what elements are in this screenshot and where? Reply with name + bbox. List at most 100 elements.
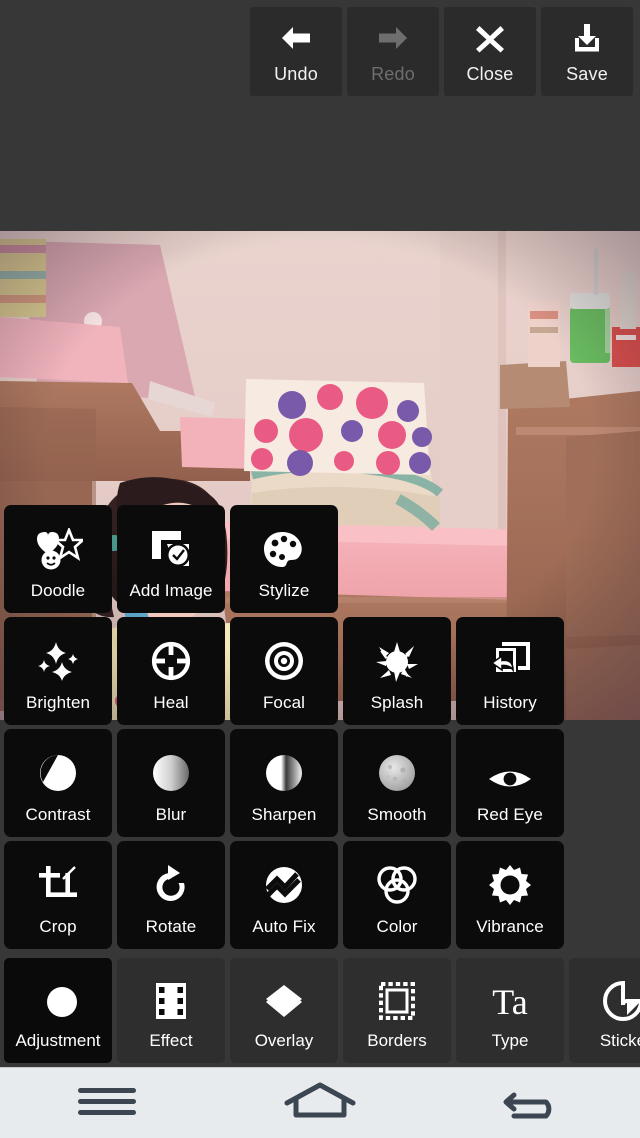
nav-menu-button[interactable] [0,1068,213,1138]
home-icon [284,1081,356,1126]
tool-label: Red Eye [477,804,543,824]
tool-color[interactable]: Color [343,841,451,949]
category-strip[interactable]: Adjustment Effect Overlay Borders Ta Typ… [0,958,640,1067]
category-label: Sticke [599,1030,640,1050]
arrow-left-icon [279,19,313,57]
layers-diamond-icon [262,971,306,1021]
back-arrow-icon [502,1081,564,1126]
close-button[interactable]: Close [444,7,536,96]
crosshair-icon [150,630,192,682]
sticker-icon [603,971,640,1021]
sparkle-icon [35,630,81,682]
category-effect[interactable]: Effect [117,958,225,1063]
tool-auto-fix[interactable]: Auto Fix [230,841,338,949]
tool-crop[interactable]: Crop [4,841,112,949]
top-toolbar-buttons: Undo Redo Close Save [250,7,633,96]
tool-label: Add Image [129,580,213,600]
crop-icon [37,854,79,906]
film-strip-icon [154,971,188,1021]
sharpen-circle-icon [263,742,305,794]
category-label: Adjustment [15,1030,101,1050]
close-label: Close [466,63,514,84]
hamburger-menu-icon [76,1083,138,1124]
close-x-icon [474,19,506,57]
tool-label: Auto Fix [252,916,316,936]
tool-focal[interactable]: Focal [230,617,338,725]
tool-row-4: Crop Rotate Auto Fix Color Vibrance [0,841,640,953]
palette-icon [262,518,306,570]
adjustment-circles-icon [35,971,81,1021]
tool-label: Stylize [258,580,310,600]
color-venn-icon [375,854,419,906]
android-nav-bar [0,1067,640,1138]
tool-label: Blur [155,804,187,824]
nav-home-button[interactable] [213,1068,426,1138]
category-label: Type [491,1030,529,1050]
tool-rotate[interactable]: Rotate [117,841,225,949]
tool-label: Vibrance [476,916,544,936]
smooth-circle-icon [376,742,418,794]
tool-label: Color [376,916,418,936]
category-overlay[interactable]: Overlay [230,958,338,1063]
arrow-right-icon [376,19,410,57]
eye-icon [487,742,533,794]
tool-label: Splash [370,692,424,712]
tool-red-eye[interactable]: Red Eye [456,729,564,837]
tool-sharpen[interactable]: Sharpen [230,729,338,837]
tool-label: Sharpen [251,804,317,824]
blur-circle-icon [150,742,192,794]
add-image-icon [149,518,193,570]
category-label: Borders [367,1030,427,1050]
top-toolbar: Undo Redo Close Save [0,0,640,102]
sun-burst-icon [489,854,531,906]
tool-brighten[interactable]: Brighten [4,617,112,725]
tool-splash[interactable]: Splash [343,617,451,725]
save-button[interactable]: Save [541,7,633,96]
tool-label: Focal [262,692,306,712]
category-borders[interactable]: Borders [343,958,451,1063]
tool-vibrance[interactable]: Vibrance [456,841,564,949]
redo-label: Redo [371,63,415,84]
tool-label: Rotate [145,916,197,936]
doodle-icon [33,518,83,570]
tool-label: Contrast [25,804,91,824]
category-label: Overlay [254,1030,314,1050]
tool-label: History [483,692,537,712]
border-frame-icon [378,971,416,1021]
history-undo-icon [488,630,532,682]
tool-blur[interactable]: Blur [117,729,225,837]
category-adjustment[interactable]: Adjustment [4,958,112,1063]
tool-label: Doodle [30,580,86,600]
redo-button[interactable]: Redo [347,7,439,96]
category-label: Effect [149,1030,193,1050]
tool-heal[interactable]: Heal [117,617,225,725]
save-download-icon [571,19,603,57]
tool-label: Crop [39,916,77,936]
tool-row-1: Doodle Add Image Stylize [0,505,640,617]
nav-back-button[interactable] [427,1068,640,1138]
save-label: Save [566,63,608,84]
rotate-cw-icon [151,854,191,906]
category-type[interactable]: Ta Type [456,958,564,1063]
tool-label: Brighten [25,692,91,712]
tool-row-3: Contrast Blur Sharpen Smooth Red Eye [0,729,640,841]
concentric-circles-icon [263,630,305,682]
text-type-icon: Ta [488,971,532,1021]
category-sticker[interactable]: Sticke [569,958,640,1063]
tool-doodle[interactable]: Doodle [4,505,112,613]
undo-button[interactable]: Undo [250,7,342,96]
svg-text:Ta: Ta [492,982,527,1021]
auto-fix-wave-icon [263,854,305,906]
tool-stylize[interactable]: Stylize [230,505,338,613]
tool-label: Smooth [367,804,427,824]
tool-add-image[interactable]: Add Image [117,505,225,613]
tool-label: Heal [153,692,189,712]
tool-contrast[interactable]: Contrast [4,729,112,837]
contrast-circle-icon [37,742,79,794]
tool-grid: Doodle Add Image Stylize Brighten Heal F… [0,505,640,953]
tool-history[interactable]: History [456,617,564,725]
undo-label: Undo [274,63,318,84]
tool-smooth[interactable]: Smooth [343,729,451,837]
splash-icon [374,630,420,682]
tool-row-2: Brighten Heal Focal Splash History [0,617,640,729]
